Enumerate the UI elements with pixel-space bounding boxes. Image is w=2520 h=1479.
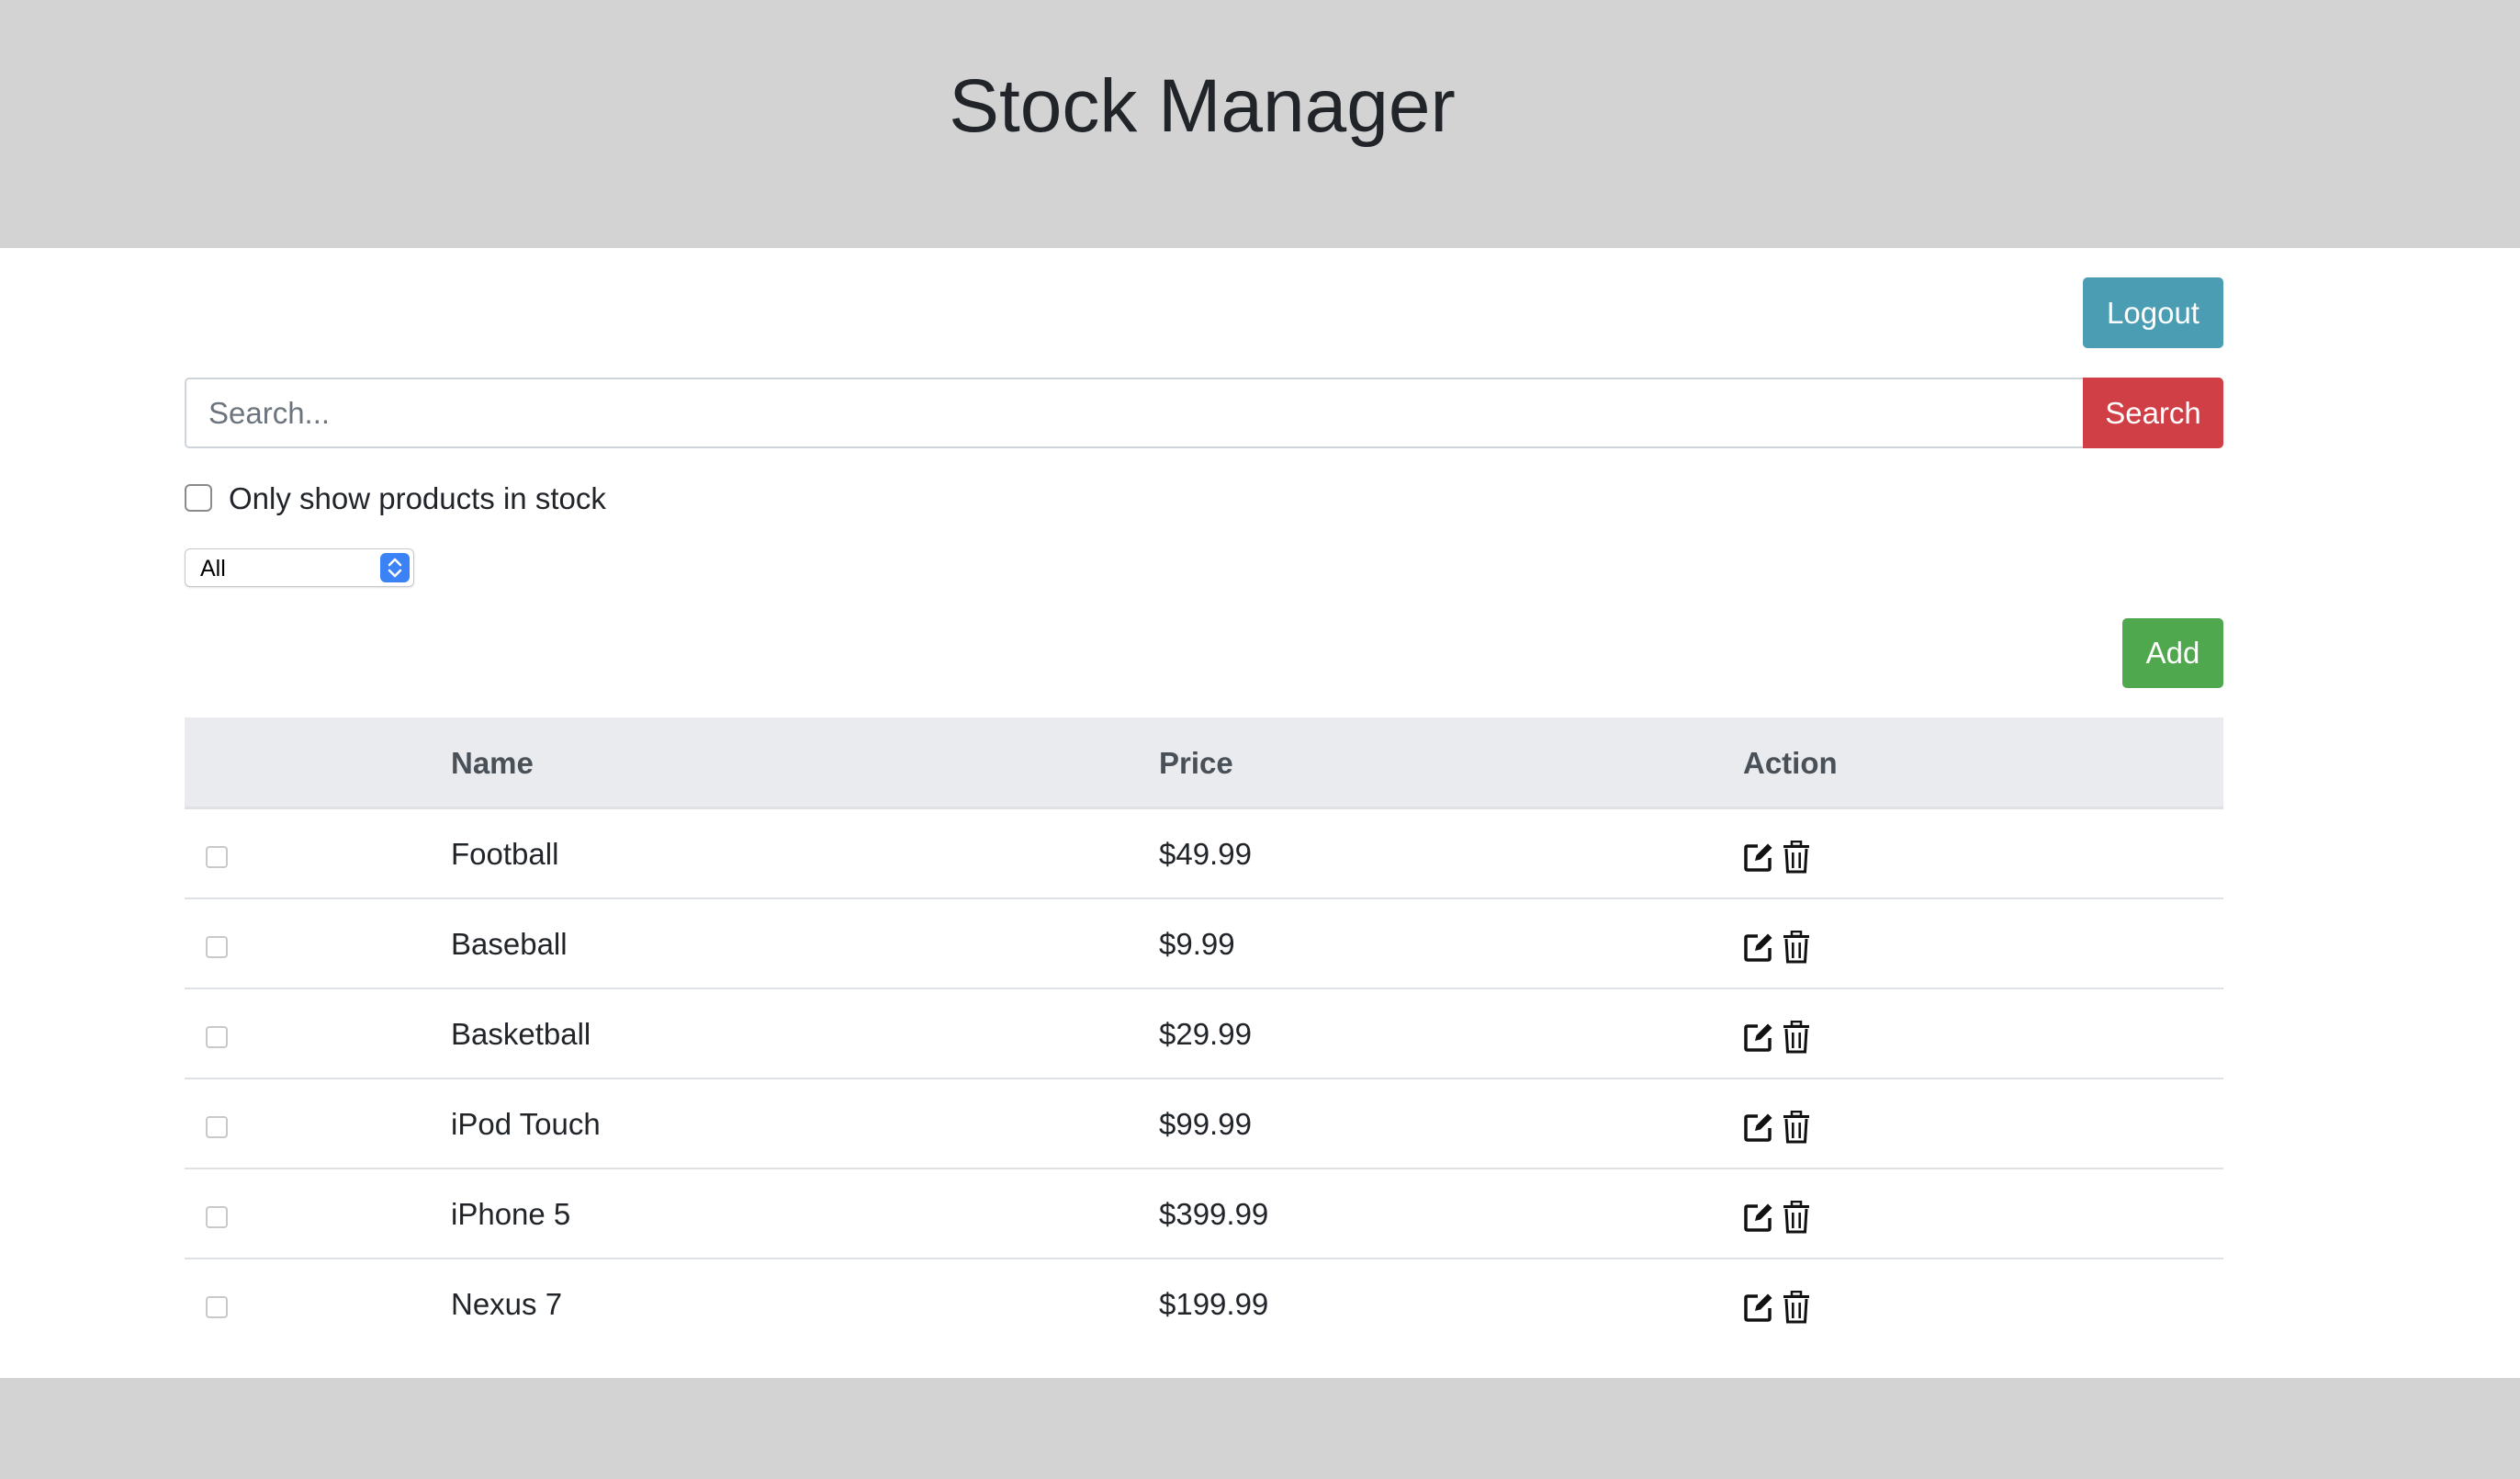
product-name: Basketball <box>451 1017 591 1051</box>
product-price: $49.99 <box>1159 837 1252 871</box>
product-name: Baseball <box>451 927 568 961</box>
product-name: Nexus 7 <box>451 1287 563 1321</box>
trash-icon[interactable] <box>1782 1021 1811 1054</box>
table-row: Basketball $29.99 <box>185 989 2223 1079</box>
table-row: Football $49.99 <box>185 809 2223 899</box>
edit-icon[interactable] <box>1742 1021 1775 1054</box>
in-stock-checkbox[interactable] <box>185 484 212 512</box>
product-name: Football <box>451 837 559 871</box>
row-checkbox[interactable] <box>206 936 228 958</box>
category-select-value: All <box>200 556 226 581</box>
product-price: $29.99 <box>1159 1017 1252 1051</box>
page-title: Stock Manager <box>949 64 1456 148</box>
logout-button[interactable]: Logout <box>2083 277 2223 348</box>
trash-icon[interactable] <box>1782 931 1811 964</box>
search-button[interactable]: Search <box>2083 378 2223 448</box>
header-bar: Stock Manager <box>0 0 2520 248</box>
column-header-price: Price <box>1159 746 1233 780</box>
edit-icon[interactable] <box>1742 1201 1775 1234</box>
edit-icon[interactable] <box>1742 931 1775 964</box>
category-select[interactable]: All <box>185 548 414 587</box>
select-arrows-icon <box>380 553 410 582</box>
column-header-name: Name <box>451 746 534 780</box>
column-header-action: Action <box>1743 746 1838 780</box>
add-button[interactable]: Add <box>2122 618 2223 688</box>
row-checkbox[interactable] <box>206 1296 228 1318</box>
row-checkbox[interactable] <box>206 846 228 868</box>
product-name: iPod Touch <box>451 1107 601 1141</box>
row-checkbox[interactable] <box>206 1026 228 1048</box>
product-price: $199.99 <box>1159 1287 1269 1321</box>
trash-icon[interactable] <box>1782 1201 1811 1234</box>
table-row: iPod Touch $99.99 <box>185 1079 2223 1169</box>
row-checkbox[interactable] <box>206 1116 228 1138</box>
footer-bar <box>0 1378 2520 1479</box>
product-name: iPhone 5 <box>451 1197 571 1231</box>
trash-icon[interactable] <box>1782 1111 1811 1144</box>
product-price: $9.99 <box>1159 927 1235 961</box>
table-row: iPhone 5 $399.99 <box>185 1169 2223 1259</box>
table-row: Nexus 7 $199.99 <box>185 1259 2223 1349</box>
search-input[interactable] <box>185 378 2083 448</box>
edit-icon[interactable] <box>1742 841 1775 874</box>
table-row: Baseball $9.99 <box>185 899 2223 989</box>
product-price: $99.99 <box>1159 1107 1252 1141</box>
product-price: $399.99 <box>1159 1197 1269 1231</box>
trash-icon[interactable] <box>1782 1291 1811 1324</box>
table-header: Name Price Action <box>185 717 2223 809</box>
edit-icon[interactable] <box>1742 1111 1775 1144</box>
row-checkbox[interactable] <box>206 1206 228 1228</box>
trash-icon[interactable] <box>1782 841 1811 874</box>
in-stock-label: Only show products in stock <box>229 481 606 515</box>
edit-icon[interactable] <box>1742 1291 1775 1324</box>
